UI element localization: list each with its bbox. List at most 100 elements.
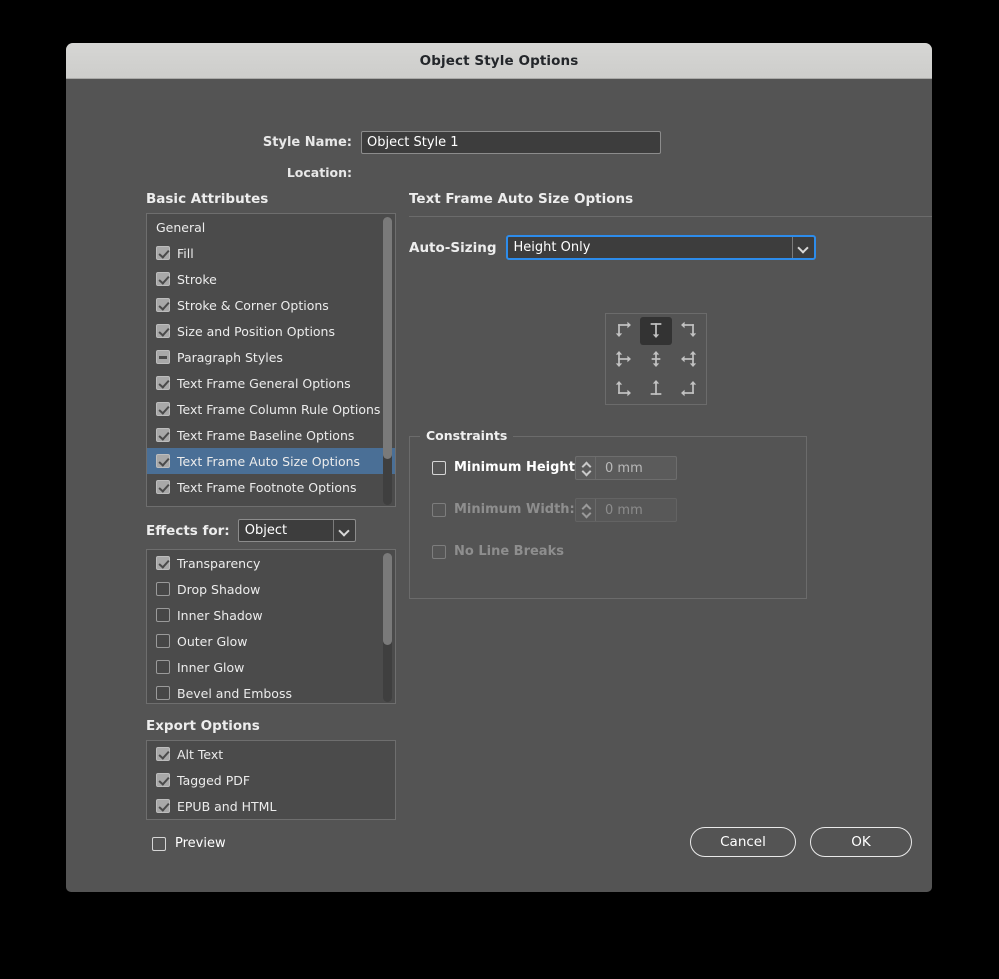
basic-attributes-scroll-thumb[interactable] xyxy=(383,217,392,459)
basic-attribute-label: Stroke xyxy=(177,271,217,287)
effects-for-select[interactable]: Object xyxy=(237,519,356,542)
style-name-label: Style Name: xyxy=(262,135,352,150)
export-options-heading: Export Options xyxy=(146,718,260,734)
style-name-input[interactable] xyxy=(361,131,661,154)
basic-attributes-heading: Basic Attributes xyxy=(146,191,269,207)
basic-attribute-item[interactable]: Text Frame Baseline Options xyxy=(147,422,395,448)
basic-attribute-item[interactable]: Text Frame General Options xyxy=(147,370,395,396)
export-option-checkbox[interactable] xyxy=(156,747,170,761)
reference-point-top-center[interactable] xyxy=(640,317,672,345)
basic-attribute-checkbox[interactable] xyxy=(156,246,170,260)
no-line-breaks-row: No Line Breaks xyxy=(432,544,564,559)
effects-for-label: Effects for: xyxy=(146,522,230,539)
basic-attribute-checkbox[interactable] xyxy=(156,324,170,338)
basic-attribute-checkbox[interactable] xyxy=(156,376,170,390)
effects-scroll-thumb[interactable] xyxy=(383,553,392,645)
effect-label: Outer Glow xyxy=(177,633,248,649)
basic-attribute-item[interactable]: Text Frame Column Rule Options xyxy=(147,396,395,422)
minimum-width-stepper: 0 mm xyxy=(575,498,677,522)
basic-attribute-item[interactable]: Fill xyxy=(147,240,395,266)
arrow-left-down-icon xyxy=(677,321,697,341)
auto-sizing-select[interactable]: Height Only xyxy=(505,235,816,260)
basic-attribute-checkbox[interactable] xyxy=(156,298,170,312)
preview-checkbox[interactable] xyxy=(152,836,166,851)
effect-item[interactable]: Drop Shadow xyxy=(147,576,395,602)
export-option-item[interactable]: EPUB and HTML xyxy=(147,793,395,819)
preview-label: Preview xyxy=(175,836,226,851)
export-option-item[interactable]: Alt Text xyxy=(147,741,395,767)
export-option-checkbox[interactable] xyxy=(156,799,170,813)
basic-attribute-item[interactable]: Stroke xyxy=(147,266,395,292)
basic-attribute-item[interactable]: Size and Position Options xyxy=(147,318,395,344)
basic-attribute-checkbox[interactable] xyxy=(156,402,170,416)
effect-item[interactable]: Transparency xyxy=(147,550,395,576)
basic-attribute-label: Text Frame Baseline Options xyxy=(177,427,355,443)
minimum-height-row: Minimum Height: xyxy=(432,460,580,475)
reference-point-bottom-center[interactable] xyxy=(640,373,671,401)
basic-attributes-list[interactable]: General Fill Stroke Stroke & Corner Options… xyxy=(146,213,396,507)
effect-label: Inner Shadow xyxy=(177,607,263,623)
effect-item[interactable]: Bevel and Emboss xyxy=(147,680,395,703)
basic-attribute-label: General xyxy=(156,219,206,235)
effect-checkbox[interactable] xyxy=(156,608,170,622)
export-option-item[interactable]: Tagged PDF xyxy=(147,767,395,793)
basic-attribute-label: Text Frame General Options xyxy=(177,375,351,391)
dialog-footer: Preview Cancel OK xyxy=(66,822,932,892)
effect-checkbox[interactable] xyxy=(156,660,170,674)
reference-point-bottom-right[interactable] xyxy=(672,373,703,401)
preview-row[interactable]: Preview xyxy=(152,836,226,851)
auto-size-reference-grid[interactable] xyxy=(605,313,707,405)
auto-sizing-row: Auto-Sizing Height Only xyxy=(409,235,932,260)
effect-item[interactable]: Inner Glow xyxy=(147,654,395,680)
basic-attribute-item[interactable]: Text Frame Footnote Options xyxy=(147,474,395,500)
style-name-row: Style Name: xyxy=(66,131,932,154)
location-row: Location: xyxy=(66,165,932,180)
left-column: Basic Attributes General Fill Stroke Stroke… xyxy=(146,191,396,820)
basic-attribute-item[interactable]: Paragraph Styles xyxy=(147,344,395,370)
effect-item[interactable]: Outer Glow xyxy=(147,628,395,654)
basic-attribute-checkbox[interactable] xyxy=(156,428,170,442)
effects-scrollbar[interactable] xyxy=(383,553,392,702)
effect-checkbox[interactable] xyxy=(156,634,170,648)
minimum-width-spin-buttons xyxy=(576,499,596,521)
export-option-checkbox[interactable] xyxy=(156,773,170,787)
dialog-title: Object Style Options xyxy=(419,52,579,69)
minimum-width-label: Minimum Width: xyxy=(454,502,575,517)
cancel-button[interactable]: Cancel xyxy=(690,827,796,857)
arrow-up-icon xyxy=(646,377,666,397)
reference-point-bottom-left[interactable] xyxy=(609,373,640,401)
reference-point-middle-right[interactable] xyxy=(672,345,703,373)
basic-attributes-scrollbar[interactable] xyxy=(383,217,392,505)
object-style-options-dialog: Object Style Options Style Name: Locatio… xyxy=(66,43,932,892)
location-label: Location: xyxy=(286,165,352,180)
panel-heading: Text Frame Auto Size Options xyxy=(409,191,634,207)
basic-attribute-item[interactable]: Text Frame Auto Size Options xyxy=(147,448,395,474)
ok-button[interactable]: OK xyxy=(810,827,912,857)
basic-attribute-checkbox[interactable] xyxy=(156,480,170,494)
minimum-height-spin-buttons[interactable] xyxy=(576,457,596,479)
basic-attribute-checkbox[interactable] xyxy=(156,454,170,468)
minimum-height-stepper[interactable]: 0 mm xyxy=(575,456,677,480)
arrow-right-updown-icon xyxy=(615,349,635,369)
effect-checkbox[interactable] xyxy=(156,556,170,570)
export-option-label: Tagged PDF xyxy=(177,772,251,788)
basic-attribute-checkbox[interactable] xyxy=(156,350,170,364)
basic-attribute-item[interactable]: Stroke & Corner Options xyxy=(147,292,395,318)
effect-item[interactable]: Inner Shadow xyxy=(147,602,395,628)
effect-checkbox[interactable] xyxy=(156,686,170,700)
auto-sizing-value: Height Only xyxy=(513,240,591,255)
effects-list[interactable]: Transparency Drop Shadow Inner Shadow Outer… xyxy=(146,549,396,704)
reference-point-middle-left[interactable] xyxy=(609,345,640,373)
effect-checkbox[interactable] xyxy=(156,582,170,596)
reference-point-top-left[interactable] xyxy=(609,317,640,345)
effects-for-row: Effects for: Object xyxy=(146,519,396,542)
minimum-height-label: Minimum Height: xyxy=(454,460,581,475)
basic-attribute-label: Fill xyxy=(177,245,194,261)
export-options-list[interactable]: Alt Text Tagged PDF EPUB and HTML xyxy=(146,740,396,820)
basic-attribute-item[interactable]: General xyxy=(147,214,395,240)
minimum-width-checkbox xyxy=(432,502,446,517)
minimum-height-checkbox[interactable] xyxy=(432,460,446,475)
reference-point-top-right[interactable] xyxy=(672,317,703,345)
reference-point-middle-center[interactable] xyxy=(640,345,671,373)
basic-attribute-checkbox[interactable] xyxy=(156,272,170,286)
